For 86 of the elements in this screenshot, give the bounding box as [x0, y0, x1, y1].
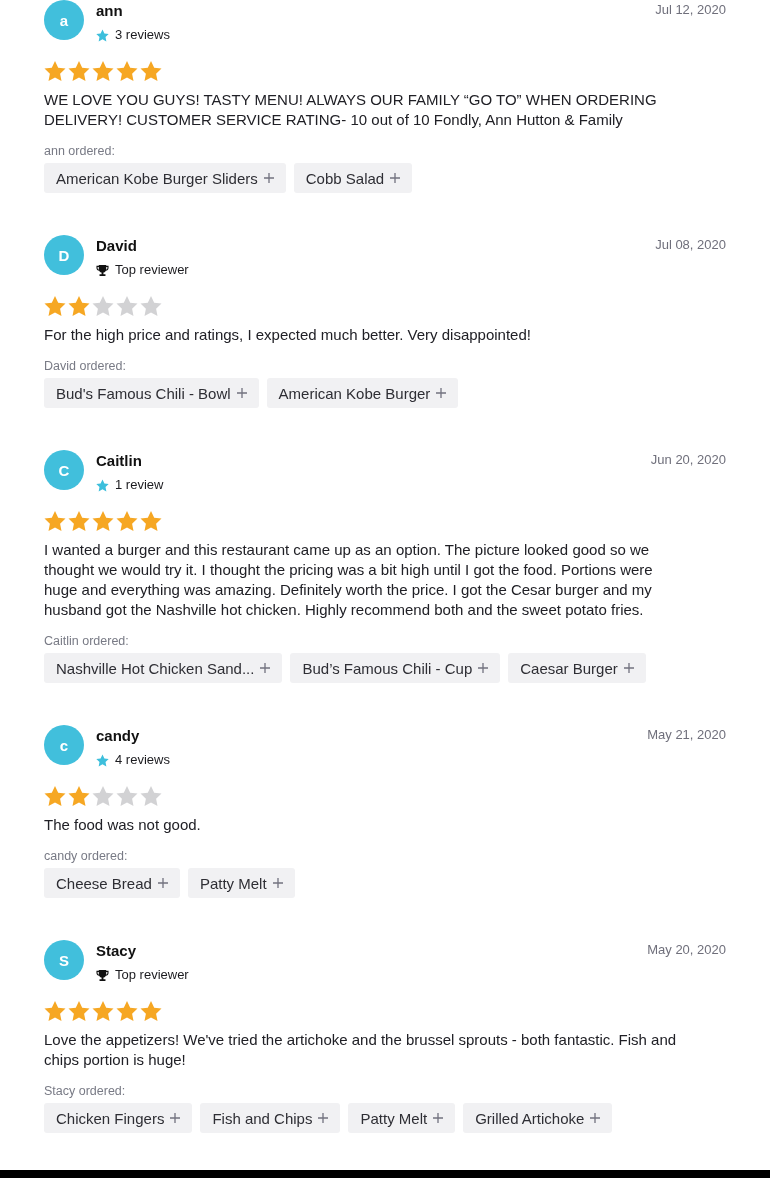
plus-icon	[272, 878, 283, 888]
plus-icon	[623, 663, 634, 673]
user-avatar: S	[44, 940, 84, 980]
star-icon	[44, 786, 66, 806]
plus-icon	[390, 173, 401, 183]
star-icon	[44, 511, 66, 531]
star-icon	[44, 61, 66, 81]
star-icon	[92, 61, 114, 81]
reviewer-name: Caitlin	[96, 451, 142, 471]
star-icon	[68, 296, 90, 316]
reviewer-badge-label: 4 reviews	[115, 752, 170, 768]
user-avatar: c	[44, 725, 84, 765]
trophy-icon	[96, 968, 109, 982]
star-icon	[92, 296, 114, 316]
reviewer-name: Stacy	[96, 941, 137, 961]
add-item-button[interactable]: Bud’s Famous Chili - Cup	[290, 653, 501, 683]
star-icon	[68, 511, 90, 531]
reviewer-badge-label: 3 reviews	[115, 27, 170, 43]
plus-icon	[236, 388, 247, 398]
ordered-label: Stacy ordered:	[44, 1083, 126, 1099]
star-icon	[140, 511, 162, 531]
ordered-label: candy ordered:	[44, 848, 128, 864]
star-icon	[44, 1001, 66, 1021]
plus-icon	[170, 1113, 181, 1123]
plus-icon	[590, 1113, 601, 1123]
add-item-button[interactable]: Cobb Salad	[293, 163, 413, 193]
plus-icon	[433, 1113, 444, 1123]
reviewer-badge-label: Top reviewer	[115, 262, 189, 278]
add-item-button[interactable]: Bud's Famous Chili - Bowl	[44, 378, 259, 408]
add-item-button[interactable]: Fish and Chips	[200, 1103, 341, 1133]
review-text: For the high price and ratings, I expected much better. Very disappointed!	[44, 325, 532, 345]
review-text: Love the appetizers! We've tried the artichoke and the brussel sprouts - both fantastic. Fish and chips portion is huge!	[44, 1030, 678, 1070]
review-date: Jul 08, 2020	[655, 236, 726, 254]
trophy-icon	[96, 263, 109, 277]
review-date: Jul 12, 2020	[655, 1, 726, 19]
star-icon	[68, 786, 90, 806]
star-icon	[92, 1001, 114, 1021]
star-icon	[96, 753, 109, 767]
reviewer-name: ann	[96, 1, 123, 21]
star-icon	[92, 786, 114, 806]
star-icon	[68, 1001, 90, 1021]
add-item-button[interactable]: American Kobe Burger	[266, 378, 459, 408]
star-icon	[116, 296, 138, 316]
add-item-button[interactable]: Grilled Artichoke	[463, 1103, 613, 1133]
star-icon	[96, 28, 109, 42]
star-icon	[140, 296, 162, 316]
review-date: Jun 20, 2020	[650, 451, 726, 469]
star-icon	[140, 786, 162, 806]
star-icon	[116, 786, 138, 806]
star-icon	[116, 511, 138, 531]
add-item-button[interactable]: Cheese Bread	[44, 868, 180, 898]
reviewer-badge-label: Top reviewer	[115, 967, 189, 983]
plus-icon	[318, 1113, 329, 1123]
review-date: May 21, 2020	[647, 726, 726, 744]
plus-icon	[436, 388, 447, 398]
user-avatar: a	[44, 0, 84, 40]
star-icon	[116, 1001, 138, 1021]
user-avatar: C	[44, 450, 84, 490]
review-text: I wanted a burger and this restaurant came up as an option. The picture looked good so we thought we would try it. I thought the pricing was a bit high until I got the food. Portions were huge and everything was amazing. Definitely worth the price. I got the Cesar burger and my husband got the Nashville hot chicken. Highly recommend both and the sweet potato fries.	[44, 540, 654, 620]
plus-icon	[157, 878, 168, 888]
star-icon	[68, 61, 90, 81]
review-text: WE LOVE YOU GUYS! TASTY MENU! ALWAYS OUR FAMILY “GO TO” WHEN ORDERING DELIVERY! CUSTOMER SERVICE RATING- 10 out of 10 Fondly, Ann Hutton & Family	[44, 90, 658, 130]
add-item-button[interactable]: Caesar Burger	[508, 653, 646, 683]
add-item-button[interactable]: American Kobe Burger Sliders	[44, 163, 286, 193]
ordered-label: ann ordered:	[44, 143, 115, 159]
star-icon	[140, 61, 162, 81]
star-icon	[96, 478, 109, 492]
user-avatar: D	[44, 235, 84, 275]
add-item-button[interactable]: Patty Melt	[348, 1103, 456, 1133]
star-icon	[92, 511, 114, 531]
add-item-button[interactable]: Chicken Fingers	[44, 1103, 193, 1133]
plus-icon	[478, 663, 489, 673]
reviewer-name: David	[96, 236, 137, 256]
review-text: The food was not good.	[44, 815, 202, 835]
plus-icon	[260, 663, 271, 673]
review-date: May 20, 2020	[647, 941, 726, 959]
star-icon	[44, 296, 66, 316]
ordered-label: David ordered:	[44, 358, 126, 374]
star-icon	[116, 61, 138, 81]
star-icon	[140, 1001, 162, 1021]
add-item-button[interactable]: Nashville Hot Chicken Sand...	[44, 653, 283, 683]
ordered-label: Caitlin ordered:	[44, 633, 129, 649]
add-item-button[interactable]: Patty Melt	[187, 868, 295, 898]
reviewer-name: candy	[96, 726, 140, 746]
plus-icon	[263, 173, 274, 183]
reviewer-badge-label: 1 review	[115, 477, 164, 493]
